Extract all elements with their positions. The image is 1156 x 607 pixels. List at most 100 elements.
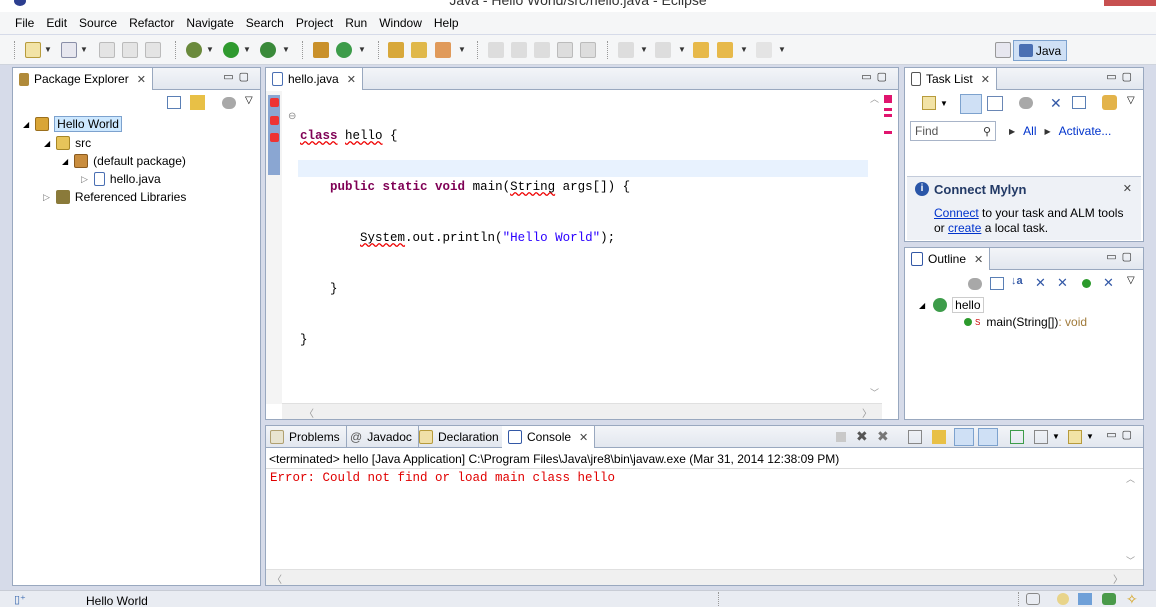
tree-item-project[interactable]: ◢ Hello World (23, 116, 122, 132)
console-horizontal-scrollbar[interactable]: 〈 〉 (266, 569, 1143, 586)
collapse-all-icon[interactable] (167, 96, 181, 109)
error-marker-icon[interactable] (270, 133, 279, 142)
hide-completed-icon[interactable]: ✕ (1050, 95, 1062, 112)
editor-horizontal-scrollbar[interactable]: 〈 〉 (282, 403, 882, 420)
tab-console[interactable]: Console ✕ (502, 426, 596, 448)
tip-icon[interactable] (1057, 593, 1069, 605)
edit-icon[interactable] (511, 42, 527, 58)
save-icon[interactable] (61, 42, 77, 58)
annotation-icon[interactable] (488, 42, 504, 58)
trim-stack-icon[interactable] (1026, 593, 1040, 605)
tab-task-list[interactable]: Task List ✕ (905, 68, 997, 90)
tree-item-src[interactable]: ◢ src (44, 136, 91, 150)
fold-icon[interactable]: ⊖ (288, 111, 296, 122)
tree-item-hello-java[interactable]: ▷ hello.java (81, 172, 161, 186)
last-edit-icon[interactable] (693, 42, 709, 58)
menu-search[interactable]: Search (240, 16, 290, 30)
chevron-down-icon[interactable]: ▼ (206, 45, 214, 54)
hide-local-types-icon[interactable]: ✕ (1103, 275, 1114, 291)
error-overview-marker[interactable] (884, 95, 892, 103)
chevron-down-icon[interactable]: ▼ (1052, 432, 1060, 441)
scroll-up-icon[interactable]: ︿ (1126, 472, 1135, 485)
chevron-down-icon[interactable]: ▼ (940, 99, 948, 108)
chevron-down-icon[interactable]: ▼ (458, 45, 466, 54)
show-on-error-icon[interactable] (978, 428, 998, 446)
menu-run[interactable]: Run (339, 16, 373, 30)
view-menu-icon[interactable]: ▽ (1127, 275, 1135, 286)
collapse-all-icon[interactable] (990, 277, 1004, 290)
print-icon[interactable] (145, 42, 161, 58)
error-overview-marker[interactable] (884, 108, 892, 111)
chevron-down-icon[interactable]: ▼ (80, 45, 88, 54)
link-with-editor-icon[interactable] (190, 95, 205, 110)
collapse-all-icon[interactable] (1072, 96, 1086, 109)
error-marker-icon[interactable] (270, 116, 279, 125)
close-icon[interactable]: ✕ (974, 253, 983, 266)
scroll-lock-icon[interactable] (932, 430, 946, 444)
error-marker-icon[interactable] (270, 98, 279, 107)
tab-package-explorer[interactable]: Package Explorer ✕ (13, 68, 153, 90)
chevron-down-icon[interactable]: ▼ (282, 45, 290, 54)
image-icon[interactable] (1078, 593, 1092, 605)
chevron-down-icon[interactable]: ▼ (678, 45, 686, 54)
scroll-right-icon[interactable]: 〉 (1113, 571, 1123, 586)
create-link[interactable]: create (948, 221, 981, 235)
star-icon[interactable]: ✧ (1126, 591, 1138, 607)
activate-link[interactable]: Activate... (1059, 124, 1112, 138)
close-icon[interactable]: ✕ (1123, 182, 1132, 195)
chevron-down-icon[interactable]: ▼ (740, 45, 748, 54)
run-external-tools-icon[interactable] (260, 42, 276, 58)
next-annotation-icon[interactable] (618, 42, 634, 58)
error-overview-marker[interactable] (884, 114, 892, 117)
view-menu-icon[interactable]: ▽ (245, 95, 253, 106)
toggle-mark-icon[interactable] (534, 42, 550, 58)
tab-outline[interactable]: Outline ✕ (905, 248, 991, 270)
menu-edit[interactable]: Edit (40, 16, 73, 30)
categorized-icon[interactable] (960, 94, 982, 114)
all-link[interactable]: All (1023, 124, 1036, 138)
forward-icon[interactable] (756, 42, 772, 58)
new-java-project-icon[interactable] (313, 42, 329, 58)
open-task-icon[interactable] (411, 42, 427, 58)
code-area[interactable]: class hello { public static void main(St… (300, 94, 630, 383)
hide-static-icon[interactable]: ✕ (1057, 275, 1068, 291)
close-icon[interactable]: ✕ (981, 73, 990, 86)
chevron-down-icon[interactable]: ▼ (44, 45, 52, 54)
block-select-icon[interactable] (557, 42, 573, 58)
scheduled-icon[interactable] (987, 96, 1003, 111)
open-type-icon[interactable] (388, 42, 404, 58)
chevron-down-icon[interactable]: ▼ (1086, 432, 1094, 441)
minimize-maximize-icons[interactable]: ▭▢ (1106, 250, 1137, 263)
scroll-left-icon[interactable]: 〈 (272, 571, 282, 586)
new-java-class-icon[interactable] (336, 42, 352, 58)
hide-fields-icon[interactable]: ✕ (1035, 275, 1046, 291)
menu-refactor[interactable]: Refactor (123, 16, 180, 30)
debug-icon[interactable] (186, 42, 202, 58)
menu-file[interactable]: File (9, 16, 40, 30)
scroll-right-icon[interactable]: 〉 (862, 405, 872, 420)
window-close-button[interactable] (1104, 0, 1156, 6)
tree-item-referenced-libraries[interactable]: ▷ Referenced Libraries (43, 190, 186, 204)
hide-nonpublic-icon[interactable] (1082, 279, 1091, 288)
error-overview-marker[interactable] (884, 131, 892, 134)
tab-declaration[interactable]: Declaration (413, 426, 506, 448)
search-icon[interactable]: ⚲ (983, 125, 991, 138)
save-all-icon[interactable] (122, 42, 138, 58)
menu-source[interactable]: Source (73, 16, 123, 30)
connect-link[interactable]: Connect (934, 206, 979, 220)
menu-navigate[interactable]: Navigate (180, 16, 239, 30)
focus-task-icon[interactable] (222, 97, 236, 109)
new-task-icon[interactable] (922, 96, 936, 110)
find-input[interactable]: Find ⚲ (910, 121, 996, 141)
scroll-down-icon[interactable]: ﹀ (870, 386, 879, 399)
remove-all-icon[interactable]: ✖ (877, 428, 889, 445)
show-whitespace-icon[interactable] (580, 42, 596, 58)
focus-icon[interactable] (1019, 97, 1033, 109)
minimize-maximize-icons[interactable]: ▭▢ (1106, 70, 1137, 83)
close-icon[interactable]: ✕ (347, 73, 356, 86)
clear-console-icon[interactable] (908, 430, 922, 444)
menu-project[interactable]: Project (290, 16, 339, 30)
people-icon[interactable] (1102, 593, 1116, 605)
tree-item-default-package[interactable]: ◢ (default package) (62, 154, 186, 168)
minimize-maximize-icons[interactable]: ▭▢ (223, 70, 254, 83)
